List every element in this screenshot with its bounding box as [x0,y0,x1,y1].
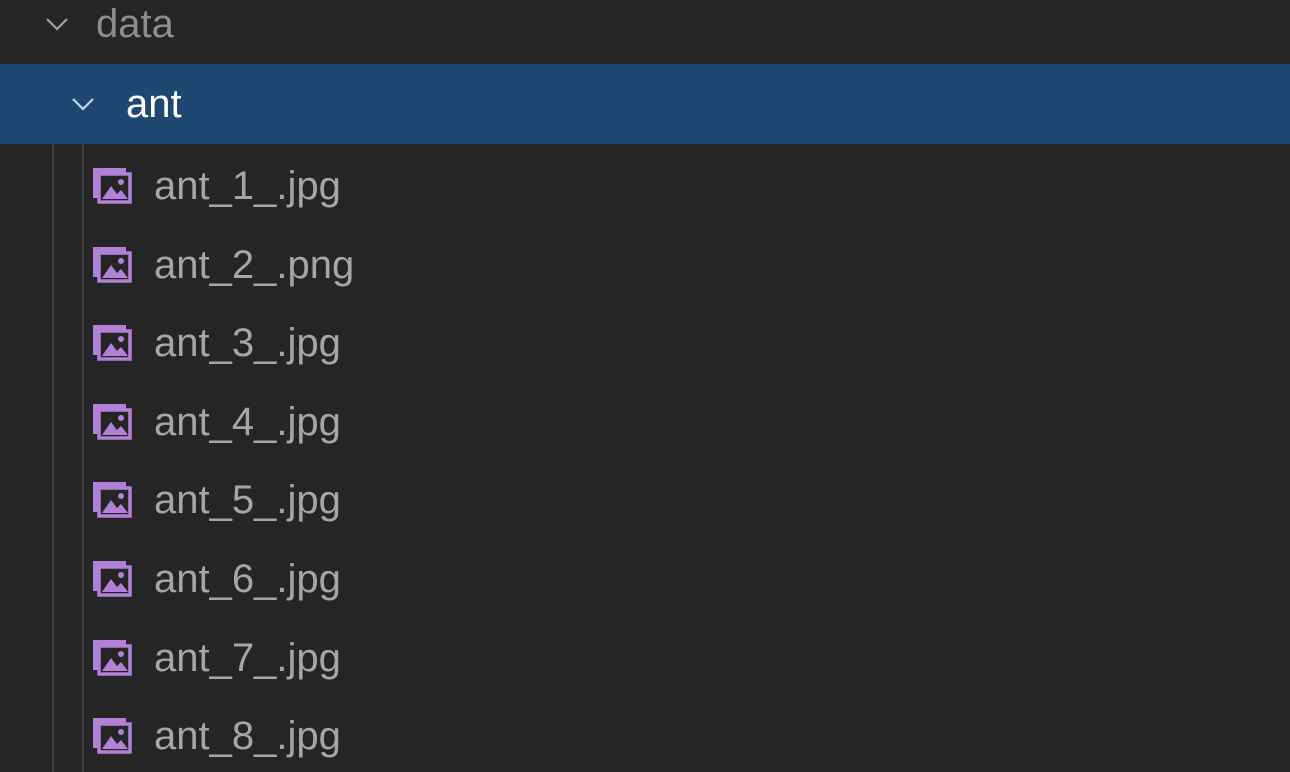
file-label: ant_3_.jpg [154,321,341,366]
file-row-8[interactable]: ant_8_.jpg [0,696,1290,772]
folder-label-data: data [96,2,174,46]
file-label: ant_5_.jpg [154,478,341,523]
file-row-4[interactable]: ant_4_.jpg [0,382,1290,462]
image-file-icon [90,323,134,363]
image-file-icon [90,402,134,442]
file-label: ant_2_.png [154,242,355,287]
image-file-icon [90,638,134,678]
file-label: ant_6_.jpg [154,557,341,601]
file-row-5[interactable]: ant_5_.jpg [0,460,1290,540]
file-row-6[interactable]: ant_6_.jpg [0,539,1290,619]
file-explorer-tree: data ant ant_1_.jpg ant_2_.png ant_3_.jp… [0,0,1290,772]
image-file-icon [90,716,134,756]
chevron-down-icon[interactable] [44,11,70,37]
file-row-3[interactable]: ant_3_.jpg [0,303,1290,383]
image-file-icon [90,166,134,206]
folder-row-ant[interactable]: ant [0,64,1290,144]
file-row-2[interactable]: ant_2_.png [0,225,1290,305]
folder-row-data[interactable]: data [0,0,1290,64]
folder-label-ant: ant [126,82,182,126]
image-file-icon [90,480,134,520]
file-label: ant_8_.jpg [154,714,341,759]
file-label: ant_1_.jpg [154,164,341,208]
file-row-7[interactable]: ant_7_.jpg [0,618,1290,698]
image-file-icon [90,245,134,285]
file-label: ant_4_.jpg [154,399,341,444]
chevron-down-icon[interactable] [70,91,96,117]
image-file-icon [90,559,134,599]
file-row-1[interactable]: ant_1_.jpg [0,146,1290,226]
file-label: ant_7_.jpg [154,635,341,680]
